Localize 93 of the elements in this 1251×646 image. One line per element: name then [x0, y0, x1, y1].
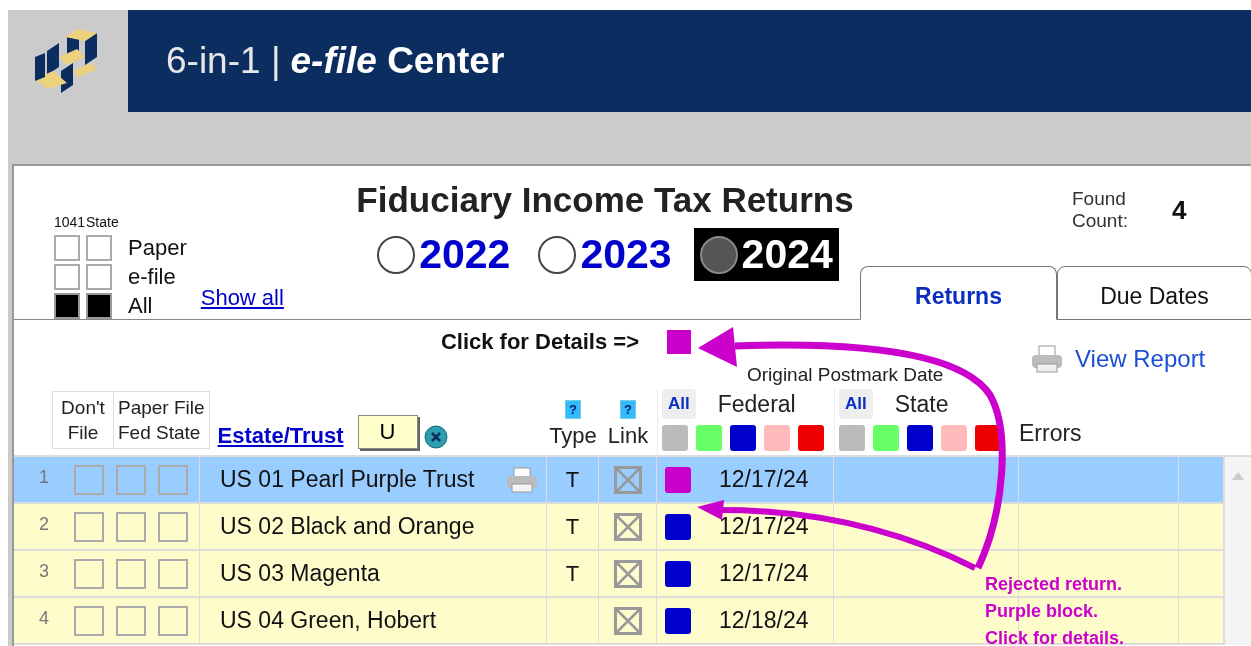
- checkbox[interactable]: [158, 511, 188, 542]
- status-filter-swatch[interactable]: [696, 425, 722, 451]
- status-filter-swatch[interactable]: [764, 425, 790, 451]
- help-button[interactable]: ?: [565, 400, 581, 419]
- return-name: US 03 Magenta: [220, 560, 380, 587]
- filter-label: e-file: [127, 264, 177, 290]
- status-filter-swatch[interactable]: [662, 425, 688, 451]
- checkbox[interactable]: [74, 558, 104, 589]
- status-square[interactable]: [665, 560, 691, 587]
- checkbox[interactable]: [86, 264, 112, 290]
- page-title: Fiduciary Income Tax Returns: [356, 180, 854, 220]
- checkbox[interactable]: [158, 605, 188, 636]
- column-header: Errors: [1019, 420, 1083, 448]
- checkbox[interactable]: [116, 511, 146, 542]
- crossed-box-icon[interactable]: [613, 606, 642, 635]
- postmark-date: 12/18/24: [719, 607, 809, 634]
- app-title: e-file Center: [290, 40, 505, 82]
- estate-trust-sort-link[interactable]: Estate/Trust: [217, 423, 344, 449]
- column-header: Federal: [717, 390, 796, 418]
- checkbox[interactable]: [158, 464, 188, 495]
- row-number: 2: [39, 514, 49, 535]
- status-filter-swatch[interactable]: [839, 425, 865, 451]
- checkbox[interactable]: [54, 235, 80, 261]
- printer-icon[interactable]: [506, 467, 538, 493]
- annotation-text: Purple block.: [985, 600, 1100, 623]
- clear-icon[interactable]: [423, 425, 448, 449]
- crossed-box-icon[interactable]: [613, 465, 642, 494]
- crossed-box-icon[interactable]: [613, 559, 642, 588]
- all-filter-button[interactable]: All: [839, 389, 873, 419]
- annotation-text: Rejected return.: [985, 573, 1124, 596]
- found-count-value: 4: [1172, 194, 1187, 226]
- checkbox[interactable]: [86, 235, 112, 261]
- checkbox[interactable]: [116, 605, 146, 636]
- status-square[interactable]: [665, 513, 691, 540]
- return-name: US 01 Pearl Purple Trust: [220, 466, 475, 493]
- checkbox[interactable]: [54, 264, 80, 290]
- row-number: 1: [39, 467, 49, 488]
- printer-icon[interactable]: [1031, 344, 1063, 373]
- column-header: Fed State: [118, 421, 202, 445]
- checkbox[interactable]: [74, 511, 104, 542]
- checkbox[interactable]: [74, 464, 104, 495]
- return-name: US 04 Green, Hobert: [220, 607, 437, 634]
- details-hint: Click for Details =>: [440, 329, 640, 355]
- found-count-label: Found Count:: [1072, 188, 1129, 232]
- app-title: 6-in-1 |: [166, 40, 281, 82]
- checkbox[interactable]: [158, 558, 188, 589]
- column-header: Link: [607, 423, 649, 449]
- filter-label: Paper: [127, 235, 187, 261]
- postmark-date: 12/17/24: [719, 560, 809, 587]
- tab[interactable]: Due Dates: [1057, 266, 1251, 320]
- tab[interactable]: Returns: [860, 266, 1057, 320]
- checkbox[interactable]: [74, 605, 104, 636]
- type-code: T: [565, 466, 580, 493]
- type-code: T: [565, 513, 580, 540]
- status-filter-swatch[interactable]: [730, 425, 756, 451]
- year-radio[interactable]: 2023: [532, 228, 678, 281]
- checkbox[interactable]: [116, 464, 146, 495]
- postmark-date: 12/17/24: [719, 466, 809, 493]
- help-button[interactable]: ?: [620, 400, 636, 419]
- status-filter-swatch[interactable]: [975, 425, 1001, 451]
- year-radio[interactable]: 2024: [693, 228, 839, 281]
- crossed-box-icon[interactable]: [613, 512, 642, 541]
- scroll-up-icon[interactable]: [1231, 471, 1245, 481]
- name-filter-field[interactable]: U: [357, 415, 418, 449]
- status-filter-swatch[interactable]: [907, 425, 933, 451]
- postmark-date: 12/17/24: [719, 513, 809, 540]
- status-filter-swatch[interactable]: [798, 425, 824, 451]
- year-radio[interactable]: 2022: [371, 228, 517, 281]
- scrollbar[interactable]: [1224, 457, 1251, 645]
- column-header: Type: [549, 423, 597, 449]
- row-number: 3: [39, 561, 49, 582]
- annotation-text: Click for details.: [985, 627, 1125, 646]
- checkbox[interactable]: [116, 558, 146, 589]
- show-all-link[interactable]: Show all: [200, 285, 284, 311]
- status-square[interactable]: [665, 607, 691, 634]
- return-name: US 02 Black and Orange: [220, 513, 475, 540]
- view-report-link[interactable]: View Report: [1075, 344, 1206, 373]
- all-filter-button[interactable]: All: [662, 389, 696, 419]
- postmark-date-label: Original Postmark Date: [746, 364, 944, 387]
- status-filter-swatch[interactable]: [873, 425, 899, 451]
- column-header: Don't File: [53, 392, 114, 448]
- checkbox[interactable]: [54, 293, 80, 319]
- filter-label: All: [127, 293, 154, 319]
- column-header: Paper File: [118, 396, 205, 420]
- type-code: T: [565, 560, 580, 587]
- table-row[interactable]: 1 US 01 Pearl Purple Trust T 12/17/24: [14, 457, 1224, 504]
- checkbox[interactable]: [86, 293, 112, 319]
- column-header: State: [894, 390, 949, 418]
- status-filter-swatch[interactable]: [941, 425, 967, 451]
- table-row[interactable]: 2 US 02 Black and Orange T 12/17/24: [14, 504, 1224, 551]
- column-label: State: [86, 214, 120, 232]
- column-label: 1041: [54, 214, 86, 232]
- row-number: 4: [39, 608, 49, 629]
